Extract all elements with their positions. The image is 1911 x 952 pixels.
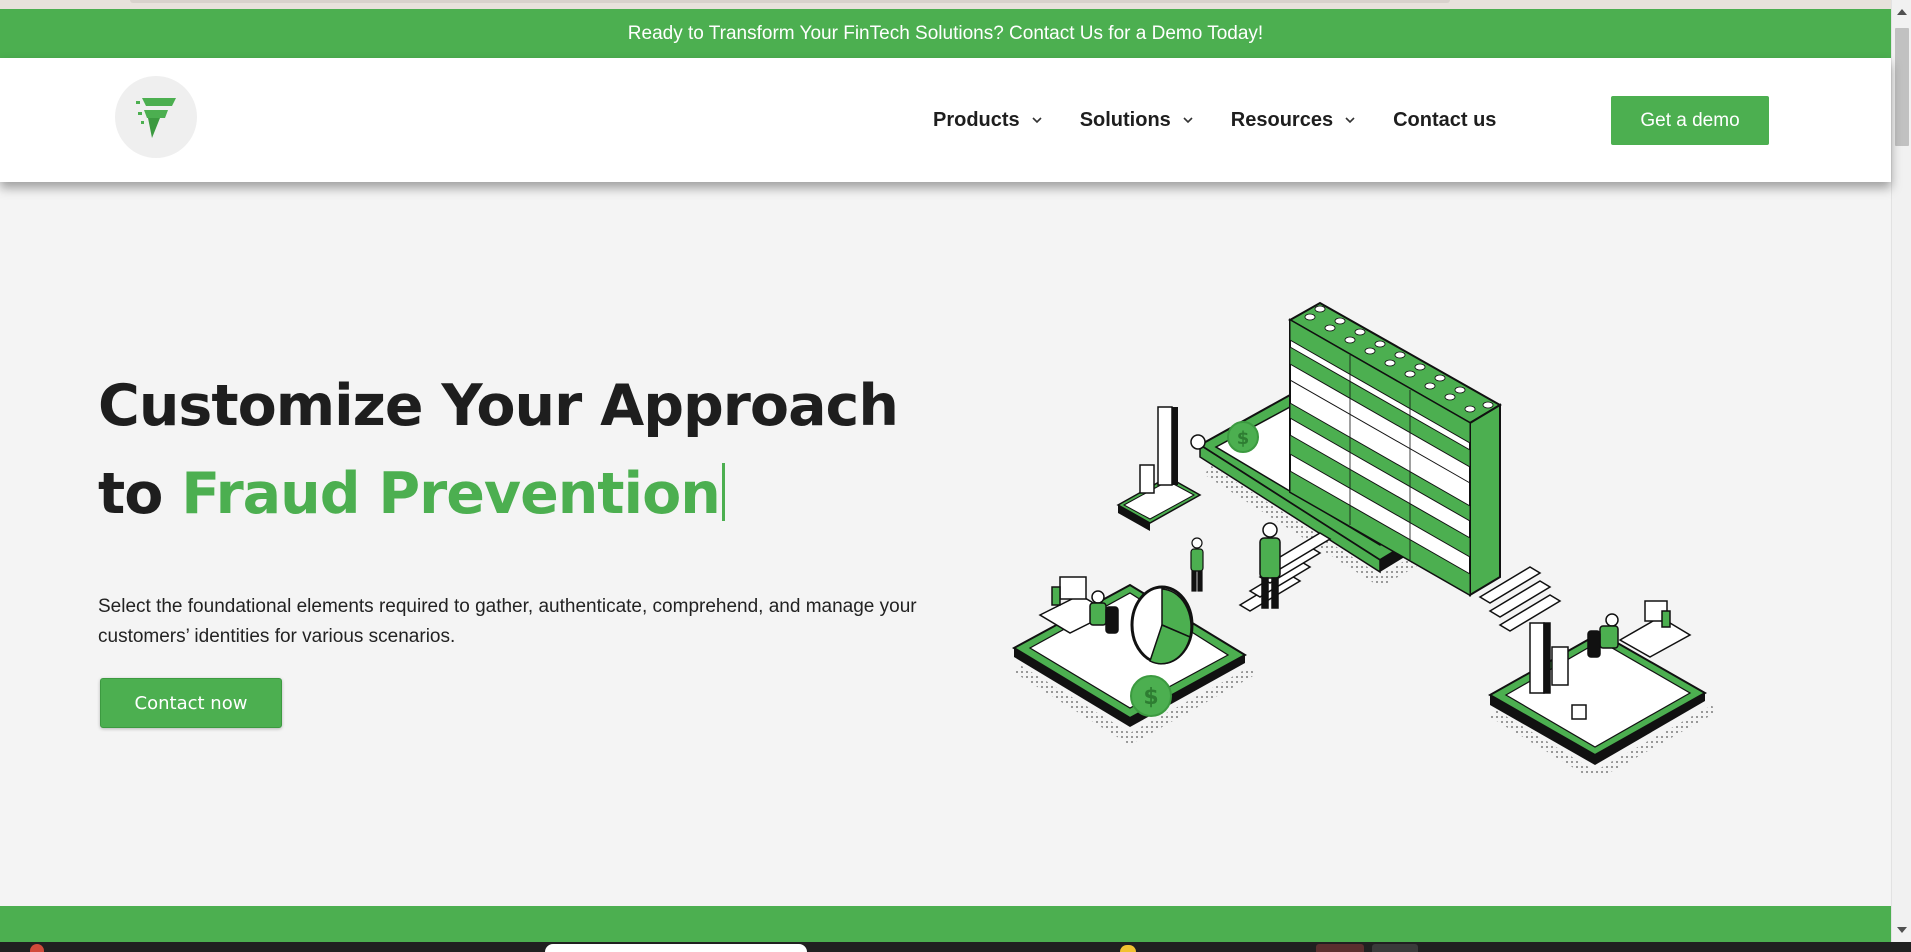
hero-description: Select the foundational elements require… [98,596,917,647]
nav-item-products[interactable]: Products [933,109,1080,132]
get-a-demo-button[interactable]: Get a demo [1611,96,1769,145]
nav-item-label: Contact us [1393,108,1497,131]
taskbar-app-icon[interactable] [30,944,44,952]
scroll-up-arrow-icon[interactable] [1897,9,1907,15]
isometric-office-illustration: $ $ [1011,301,1715,775]
nav-item-resources[interactable]: Resources [1231,109,1393,132]
site-logo[interactable] [115,76,197,158]
os-taskbar [0,942,1911,952]
f-logo-icon [136,98,176,138]
svg-text:$: $ [1143,685,1158,710]
hero-title-line1: Customize Your Approach [98,373,899,439]
scrollbar-thumb[interactable] [1895,28,1909,146]
hero-title-prefix: to [98,461,163,527]
announcement-bar[interactable]: Ready to Transform Your FinTech Solution… [0,9,1891,58]
nav-item-label: Solutions [1079,108,1171,131]
scroll-down-arrow-icon[interactable] [1897,927,1907,933]
svg-text:$: $ [1237,428,1250,449]
hero-title: Customize Your Approach to Fraud Prevent… [98,362,899,538]
site-header: Products Solutions Resources Contact us … [0,58,1891,182]
chevron-down-icon [1032,117,1042,124]
nav-item-label: Resources [1230,108,1334,131]
announcement-text[interactable]: Ready to Transform Your FinTech Solution… [628,23,1263,45]
page-scrollbar[interactable] [1891,0,1911,942]
taskbar-app-icon[interactable] [1120,945,1136,952]
browser-chrome-strip [0,0,1891,9]
taskbar-app-icon[interactable] [1316,944,1364,952]
typing-cursor [721,463,725,521]
address-bar-edge [130,0,1450,3]
taskbar-search-box[interactable] [545,944,807,952]
taskbar-app-icon[interactable] [1372,944,1418,952]
main-navigation: Products Solutions Resources Contact us [933,106,1496,134]
nav-item-contact-us[interactable]: Contact us [1393,109,1496,132]
next-section-band [0,906,1891,942]
contact-now-button[interactable]: Contact now [100,678,282,728]
chevron-down-icon [1345,117,1355,124]
nav-item-label: Products [933,108,1020,131]
hero-title-accent: Fraud Prevention [181,461,721,527]
chevron-down-icon [1183,117,1193,124]
nav-item-solutions[interactable]: Solutions [1080,109,1231,132]
